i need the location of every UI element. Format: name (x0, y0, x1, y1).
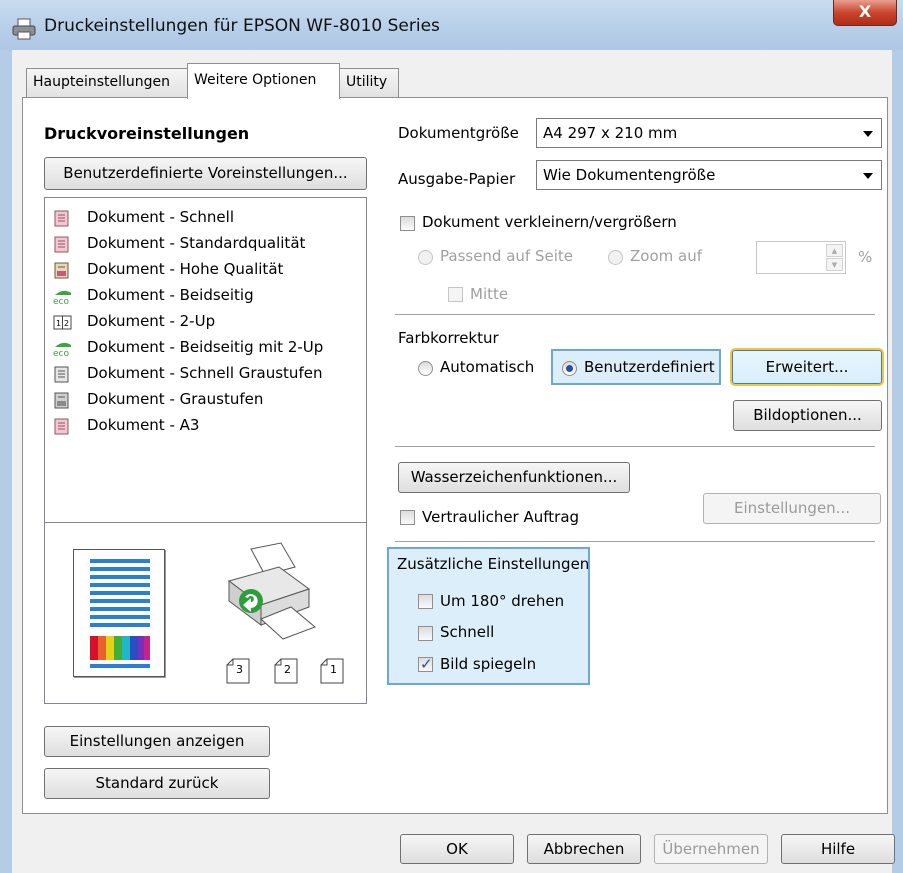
color-correction-heading: Farbkorrektur (398, 329, 499, 347)
output-paper-select[interactable]: Wie Dokumentengröße (536, 160, 882, 190)
reset-defaults-button[interactable]: Standard zurück (44, 768, 270, 799)
mirror-checkbox[interactable] (418, 655, 433, 673)
apply-button[interactable]: Übernehmen (654, 834, 768, 864)
image-options-button[interactable]: Bildoptionen... (733, 400, 882, 431)
stack-page-1-icon: 1 (317, 657, 347, 685)
window-frame-right (892, 50, 903, 873)
scale-document-label: Dokument verkleinern/vergrößern (422, 213, 677, 231)
ok-button[interactable]: OK (400, 834, 514, 864)
fast-checkbox[interactable] (418, 626, 433, 641)
stack-page-label: 1 (330, 663, 337, 676)
settings-button[interactable]: Einstellungen... (703, 493, 881, 524)
cancel-button[interactable]: Abbrechen (527, 834, 641, 864)
custom-presets-button[interactable]: Benutzerdefinierte Voreinstellungen... (44, 157, 367, 190)
spin-up-icon[interactable]: ▲ (826, 244, 843, 257)
custom-label: Benutzerdefiniert (584, 358, 715, 376)
document-pink-icon (53, 418, 70, 435)
list-item-label: Dokument - Graustufen (87, 390, 264, 408)
svg-text:eco: eco (53, 349, 69, 357)
rotate-label: Um 180° drehen (440, 592, 565, 610)
zoom-spinbox[interactable]: ▲ ▼ (756, 241, 846, 274)
eco-icon: eco (53, 340, 71, 359)
custom-radio[interactable] (562, 361, 577, 376)
automatic-label: Automatisch (440, 358, 535, 376)
rotate-checkbox[interactable] (418, 594, 433, 609)
svg-text:eco: eco (53, 297, 69, 305)
help-button[interactable]: Hilfe (781, 834, 895, 864)
zoom-label: Zoom auf (630, 247, 702, 265)
advanced-button[interactable]: Erweitert... (730, 348, 884, 386)
document-size-select[interactable]: A4 297 x 210 mm (536, 118, 882, 148)
chevron-down-icon (863, 131, 873, 137)
show-settings-button[interactable]: Einstellungen anzeigen (44, 726, 270, 757)
fit-page-label: Passend auf Seite (440, 247, 573, 265)
two-up-icon: 12 (53, 314, 72, 331)
additional-settings-heading: Zusätzliche Einstellungen (397, 555, 590, 573)
page-preview-image (73, 549, 165, 677)
presets-list[interactable]: Dokument - Schnell Dokument - Standardqu… (44, 197, 367, 523)
window-frame-left (0, 50, 12, 873)
divider (395, 446, 875, 447)
output-paper-value: Wie Dokumentengröße (543, 166, 716, 184)
automatic-radio[interactable] (418, 361, 433, 376)
list-item-label: Dokument - Schnell (87, 208, 234, 226)
output-paper-label: Ausgabe-Papier (398, 170, 516, 188)
center-checkbox[interactable] (448, 287, 463, 302)
window-title: Druckeinstellungen für EPSON WF-8010 Ser… (44, 16, 440, 36)
list-item-label: Dokument - Standardqualität (87, 234, 306, 252)
divider (395, 541, 875, 542)
fit-page-radio[interactable] (418, 250, 433, 265)
tab-utility[interactable]: Utility (339, 68, 399, 98)
confidential-label: Vertraulicher Auftrag (422, 508, 580, 526)
svg-text:1: 1 (56, 319, 61, 328)
mirror-label: Bild spiegeln (440, 655, 537, 673)
stack-page-label: 2 (284, 663, 291, 676)
watermark-button[interactable]: Wasserzeichenfunktionen... (398, 462, 630, 493)
close-button[interactable]: X (833, 0, 897, 26)
eco-icon: eco (53, 288, 71, 307)
confidential-checkbox[interactable] (400, 510, 415, 525)
tab-haupteinstellungen[interactable]: Haupteinstellungen (26, 68, 188, 98)
tab-weitere-optionen[interactable]: Weitere Optionen (187, 63, 340, 99)
zoom-radio[interactable] (608, 250, 623, 265)
scale-document-checkbox[interactable] (400, 216, 415, 231)
list-item-label: Dokument - A3 (87, 416, 200, 434)
stack-page-2-icon: 2 (271, 657, 301, 685)
document-gray-icon (53, 366, 70, 383)
presets-heading: Druckvoreinstellungen (44, 124, 250, 143)
list-item-label: Dokument - Beidseitig mit 2-Up (87, 338, 324, 356)
document-size-value: A4 297 x 210 mm (543, 124, 678, 142)
document-pink-icon (53, 236, 70, 253)
center-label: Mitte (470, 285, 509, 303)
stack-page-3-icon: 3 (223, 657, 253, 685)
percent-label: % (858, 248, 873, 266)
document-pink-icon (53, 210, 70, 227)
list-item-label: Dokument - Beidseitig (87, 286, 254, 304)
chevron-down-icon (863, 173, 873, 179)
stack-page-label: 3 (236, 663, 243, 676)
printer-icon (12, 18, 36, 40)
list-item-label: Dokument - Schnell Graustufen (87, 364, 323, 382)
spin-down-icon[interactable]: ▼ (826, 258, 843, 271)
document-color-icon (53, 262, 70, 279)
fast-label: Schnell (440, 623, 495, 641)
list-item-label: Dokument - Hohe Qualität (87, 260, 284, 278)
printer-graphic-icon (221, 541, 317, 641)
svg-text:2: 2 (64, 319, 69, 328)
divider (395, 314, 875, 315)
document-size-label: Dokumentgröße (398, 124, 519, 142)
document-gray-icon (53, 392, 70, 409)
list-item-label: Dokument - 2-Up (87, 312, 216, 330)
print-preview: 3 2 1 (44, 522, 367, 704)
